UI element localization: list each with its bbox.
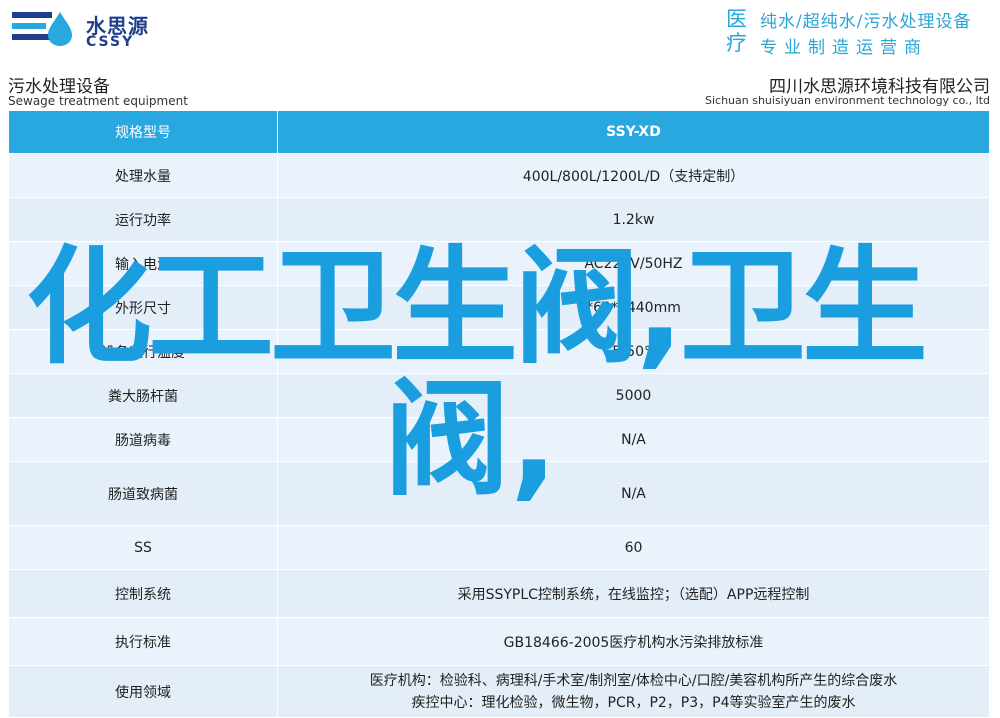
table-row: 处理水量 400L/800L/1200L/D（支持定制） [8, 153, 990, 198]
slogan-line-2: 专业制造运营商 [760, 38, 928, 58]
table-row: 控制系统 采用SSYPLC控制系统，在线监控；（选配）APP远程控制 [8, 569, 990, 618]
row-value: 采用SSYPLC控制系统，在线监控；（选配）APP远程控制 [277, 569, 990, 618]
table-row: 粪大肠杆菌 5000 [8, 373, 990, 418]
row-key: 外形尺寸 [8, 285, 278, 330]
header-key-cell: 规格型号 [8, 110, 278, 154]
table-row: 运行功率 1.2kw [8, 197, 990, 242]
table-row: 输入电源 AC220V/50HZ [8, 241, 990, 286]
product-category-en: Sewage treatment equipment [8, 94, 188, 108]
row-key: 处理水量 [8, 153, 278, 198]
row-key: 执行标准 [8, 617, 278, 666]
table-row: 肠道病毒 N/A [8, 417, 990, 462]
header-value-cell: SSY-XD [277, 110, 990, 154]
spec-table: 规格型号 SSY-XD 处理水量 400L/800L/1200L/D（支持定制）… [8, 110, 990, 718]
row-value: -5-50℃ [277, 329, 990, 374]
table-row: 使用领域 医疗机构：检验科、病理科/手术室/制剂室/体检中心/口腔/美容机构所产… [8, 665, 990, 718]
row-key: 使用领域 [8, 665, 278, 718]
row-key: 肠道病毒 [8, 417, 278, 462]
row-value: GB18466-2005医疗机构水污染排放标准 [277, 617, 990, 666]
water-drop-icon [12, 12, 72, 46]
row-key: 运行功率 [8, 197, 278, 242]
page-header: 水思源 CSSY 医疗 纯水/超纯水/污水处理设备 专业制造运营商 [0, 0, 1000, 60]
row-value: 400L/800L/1200L/D（支持定制） [277, 153, 990, 198]
table-header-row: 规格型号 SSY-XD [8, 110, 990, 154]
usage-medical-institutions: 医疗机构：检验科、病理科/手术室/制剂室/体检中心/口腔/美容机构所产生的综合废… [369, 672, 898, 689]
row-key: 粪大肠杆菌 [8, 373, 278, 418]
row-value: AC220V/50HZ [277, 241, 990, 286]
table-row: SS 60 [8, 525, 990, 570]
row-key: 设备运行温度 [8, 329, 278, 374]
row-value: N/A [277, 461, 990, 526]
row-value: N/A [277, 417, 990, 462]
row-key: 肠道致病菌 [8, 461, 278, 526]
table-row: 外形尺寸 *60*1440mm [8, 285, 990, 330]
row-value: 5000 [277, 373, 990, 418]
slogan-line-1: 纯水/超纯水/污水处理设备 [760, 12, 972, 32]
product-title-bar: 污水处理设备 Sewage treatment equipment 四川水思源环… [8, 66, 990, 110]
row-key: SS [8, 525, 278, 570]
header-slogan: 医疗 纯水/超纯水/污水处理设备 专业制造运营商 [724, 5, 996, 58]
company-logo[interactable]: 水思源 CSSY [8, 6, 158, 52]
table-row: 执行标准 GB18466-2005医疗机构水污染排放标准 [8, 617, 990, 666]
table-row: 设备运行温度 -5-50℃ [8, 329, 990, 374]
logo-english-text: CSSY [86, 34, 135, 50]
row-key: 控制系统 [8, 569, 278, 618]
usage-cdc: 疾控中心：理化检验，微生物，PCR，P2，P3，P4等实验室产生的废水 [411, 694, 856, 711]
slogan-medical: 医疗 [726, 7, 747, 55]
company-name-en: Sichuan shuisiyuan environment technolog… [704, 94, 990, 107]
row-value: 1.2kw [277, 197, 990, 242]
row-key: 输入电源 [8, 241, 278, 286]
row-value: 医疗机构：检验科、病理科/手术室/制剂室/体检中心/口腔/美容机构所产生的综合废… [277, 665, 990, 718]
row-value: 60 [277, 525, 990, 570]
row-value: *60*1440mm [277, 285, 990, 330]
table-row: 肠道致病菌 N/A [8, 461, 990, 526]
